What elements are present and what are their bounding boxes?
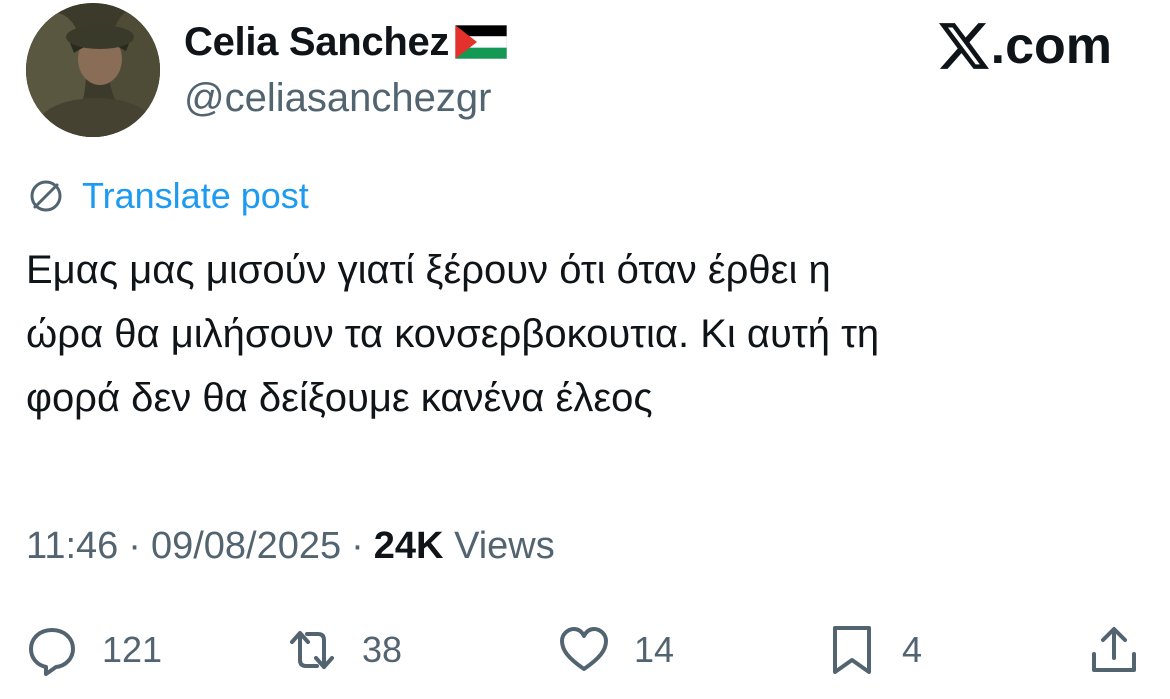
like-count: 14 — [634, 629, 675, 670]
action-bar: 121 38 14 4 — [0, 620, 1170, 680]
meta-separator: · — [351, 525, 364, 567]
author-display-name[interactable]: Celia Sanchez — [184, 18, 449, 66]
like-button[interactable]: 14 — [558, 620, 674, 680]
reply-button[interactable]: 121 — [26, 620, 162, 680]
views-label: Views — [454, 525, 555, 567]
post-meta: 11:46 · 09/08/2025 · 24K Views — [26, 522, 555, 570]
brand-domain: .com — [990, 17, 1112, 75]
reply-icon — [29, 628, 75, 676]
meta-separator: · — [128, 525, 141, 567]
avatar[interactable] — [26, 3, 160, 137]
avatar-photo — [26, 3, 160, 137]
repost-count: 38 — [362, 629, 403, 670]
author-handle[interactable]: @celiasanchezgr — [184, 74, 491, 122]
heart-icon — [560, 627, 608, 671]
x-brand: .com — [938, 16, 1112, 76]
share-button[interactable] — [1088, 620, 1140, 680]
reply-count: 121 — [102, 629, 163, 670]
views-group[interactable]: 24K Views — [374, 522, 555, 570]
author-name-row[interactable]: Celia Sanchez — [184, 18, 508, 66]
globe-icon — [30, 180, 62, 212]
repost-button[interactable]: 38 — [286, 620, 402, 680]
bookmark-count: 4 — [902, 629, 923, 670]
x-logo-icon — [938, 23, 989, 69]
post-time[interactable]: 11:46 — [26, 522, 118, 570]
repost-icon — [290, 631, 334, 669]
post-date[interactable]: 09/08/2025 — [151, 522, 341, 570]
views-count: 24K — [373, 525, 444, 567]
post-text: Εμας μας μισούν γιατί ξέρουν ότι όταν έρ… — [26, 248, 880, 420]
bookmark-button[interactable]: 4 — [826, 620, 922, 680]
translate-post-link[interactable]: Translate post — [26, 174, 309, 218]
palestine-flag-icon — [455, 25, 508, 59]
translate-label[interactable]: Translate post — [82, 174, 309, 218]
bookmark-icon — [833, 626, 871, 674]
share-icon — [1092, 627, 1136, 672]
